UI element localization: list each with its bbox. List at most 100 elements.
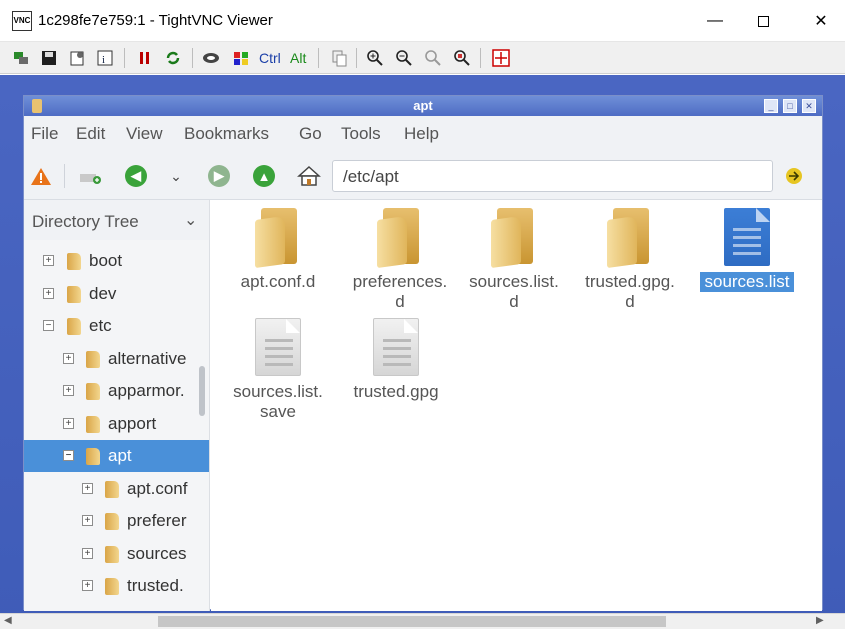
sidebar-header[interactable]: Directory Tree ⌄ xyxy=(24,200,209,240)
window-close-button[interactable]: ✕ xyxy=(802,99,816,113)
menu-view[interactable]: View xyxy=(126,124,163,144)
menu-tools[interactable]: Tools xyxy=(341,124,381,144)
expand-icon[interactable]: + xyxy=(82,483,93,494)
expand-icon[interactable]: + xyxy=(43,288,54,299)
tree-item-label: boot xyxy=(89,251,123,270)
options-icon[interactable] xyxy=(66,47,88,69)
tree-item-trusted[interactable]: + trusted. xyxy=(24,570,209,602)
folder-icon xyxy=(607,208,653,269)
tree-item-sources[interactable]: + sources xyxy=(24,538,209,570)
path-input[interactable]: /etc/apt xyxy=(332,160,773,192)
window-titlebar: apt _ □ ✕ xyxy=(24,96,822,116)
file-item-apt-conf-d[interactable]: apt.conf.d xyxy=(218,208,338,292)
file-name: sources.list. xyxy=(469,272,559,291)
alt-key-button[interactable]: Alt xyxy=(290,47,306,69)
file-name: preferences. xyxy=(352,272,448,291)
directory-tree-panel: Directory Tree ⌄ + boot + dev − etc + al… xyxy=(24,200,210,611)
menu-bar: File Edit View Bookmarks Go Tools Help xyxy=(24,116,822,152)
expand-icon[interactable]: + xyxy=(43,255,54,266)
sidebar-header-label: Directory Tree xyxy=(32,212,139,231)
toolbar-separator xyxy=(318,48,319,68)
back-button[interactable]: ◀ xyxy=(122,162,150,190)
scrollbar-thumb[interactable] xyxy=(158,616,666,627)
window-maximize-button[interactable]: □ xyxy=(783,99,797,113)
expand-icon[interactable]: + xyxy=(63,353,74,364)
new-connection-icon[interactable] xyxy=(10,47,32,69)
minimize-button[interactable]: — xyxy=(692,0,738,42)
file-view: apt.conf.d preferences. d sources.list. … xyxy=(211,200,822,611)
collapse-icon[interactable]: − xyxy=(43,320,54,331)
go-button[interactable] xyxy=(780,162,808,190)
file-item-trusted-gpg-d[interactable]: trusted.gpg. d xyxy=(570,208,690,312)
folder-icon xyxy=(105,513,119,530)
warning-icon[interactable] xyxy=(27,162,55,190)
close-button[interactable]: ✕ xyxy=(798,0,844,42)
forward-button[interactable]: ▶ xyxy=(205,162,233,190)
up-button[interactable]: ▲ xyxy=(250,162,278,190)
file-name: trusted.gpg. xyxy=(585,272,675,291)
tree-item-dev[interactable]: + dev xyxy=(24,278,209,310)
folder-icon xyxy=(86,383,100,400)
file-item-preferences-d[interactable]: preferences. d xyxy=(340,208,460,312)
save-icon[interactable] xyxy=(38,47,60,69)
new-tab-icon[interactable] xyxy=(76,162,104,190)
zoom-in-icon[interactable] xyxy=(364,47,386,69)
zoom-reset-icon[interactable] xyxy=(422,47,444,69)
fullscreen-icon[interactable] xyxy=(490,47,512,69)
tree-item-label: apt xyxy=(108,446,132,465)
tree-item-preferences[interactable]: + preferer xyxy=(24,505,209,537)
expand-icon[interactable]: + xyxy=(82,515,93,526)
zoom-out-icon[interactable] xyxy=(393,47,415,69)
folder-icon xyxy=(491,208,537,269)
tree-item-apt[interactable]: − apt xyxy=(24,440,209,472)
zoom-fit-icon[interactable] xyxy=(451,47,473,69)
folder-icon xyxy=(86,416,100,433)
ctrl-key-button[interactable]: Ctrl xyxy=(259,47,281,69)
chevron-down-icon[interactable]: ⌄ xyxy=(184,210,197,230)
info-icon[interactable]: i xyxy=(94,47,116,69)
horizontal-scrollbar[interactable]: ◀ ▶ xyxy=(0,613,845,629)
file-item-sources-list-save[interactable]: sources.list. save xyxy=(218,318,338,422)
maximize-button[interactable] xyxy=(740,0,786,42)
expand-icon[interactable]: + xyxy=(82,580,93,591)
refresh-icon[interactable] xyxy=(162,47,184,69)
menu-edit[interactable]: Edit xyxy=(76,124,105,144)
ctrl-esc-icon[interactable] xyxy=(230,47,252,69)
document-icon xyxy=(255,318,301,376)
tree-item-apparmor[interactable]: + apparmor. xyxy=(24,375,209,407)
menu-file[interactable]: File xyxy=(31,124,58,144)
toolbar-separator xyxy=(356,48,357,68)
ctrl-alt-del-icon[interactable] xyxy=(200,47,222,69)
scroll-left-icon[interactable]: ◀ xyxy=(4,615,12,626)
history-dropdown-icon[interactable]: ⌄ xyxy=(162,162,190,190)
vnc-window-title: 1c298fe7e759:1 - TightVNC Viewer xyxy=(38,12,273,29)
expand-icon[interactable]: + xyxy=(82,548,93,559)
toolbar-separator xyxy=(124,48,125,68)
file-name: trusted.gpg xyxy=(353,382,439,401)
menu-go[interactable]: Go xyxy=(299,124,322,144)
expand-icon[interactable]: + xyxy=(63,418,74,429)
home-button[interactable] xyxy=(295,162,323,190)
file-item-trusted-gpg[interactable]: trusted.gpg xyxy=(336,318,456,402)
file-item-sources-list[interactable]: sources.list xyxy=(687,208,807,292)
folder-icon xyxy=(67,318,81,335)
tree-item-label: dev xyxy=(89,284,117,303)
collapse-icon[interactable]: − xyxy=(63,450,74,461)
sidebar-scrollbar[interactable] xyxy=(199,366,205,416)
clipboard-icon[interactable] xyxy=(328,47,350,69)
tree-item-boot[interactable]: + boot xyxy=(24,245,209,277)
toolbar-separator xyxy=(480,48,481,68)
scroll-right-icon[interactable]: ▶ xyxy=(816,615,824,626)
tree-item-apport[interactable]: + apport xyxy=(24,408,209,440)
tree-item-apt-conf[interactable]: + apt.conf xyxy=(24,473,209,505)
expand-icon[interactable]: + xyxy=(63,385,74,396)
window-minimize-button[interactable]: _ xyxy=(764,99,778,113)
tree-item-label: alternative xyxy=(108,349,187,368)
menu-bookmarks[interactable]: Bookmarks xyxy=(184,124,269,144)
tree-item-alternatives[interactable]: + alternative xyxy=(24,343,209,375)
pause-icon[interactable] xyxy=(134,47,156,69)
file-item-sources-list-d[interactable]: sources.list. d xyxy=(454,208,574,312)
menu-help[interactable]: Help xyxy=(404,124,439,144)
tree-item-label: apport xyxy=(108,414,157,433)
tree-item-etc[interactable]: − etc xyxy=(24,310,209,342)
